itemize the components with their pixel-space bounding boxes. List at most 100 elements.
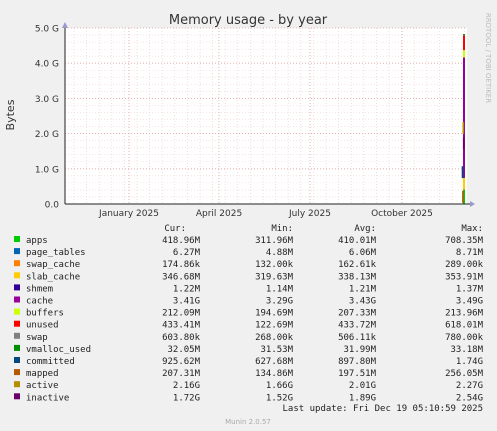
legend-value-max: 33.18M — [450, 345, 483, 355]
area-segment-unused — [463, 35, 465, 51]
legend-label-swap: swap — [26, 333, 48, 343]
legend-value-cur: 418.96M — [162, 236, 201, 246]
plot-background — [65, 28, 467, 204]
legend-value-avg: 338.13M — [338, 272, 377, 282]
legend-value-min: 1.52G — [266, 393, 293, 403]
legend-label-unused: unused — [26, 321, 59, 331]
legend-label-mapped: mapped — [26, 369, 59, 379]
area-segment-vmalloc_used — [463, 34, 465, 36]
legend-swatch-vmalloc_used — [14, 344, 20, 351]
legend-value-cur: 1.72G — [173, 393, 200, 403]
legend-value-cur: 603.80k — [162, 333, 201, 343]
y-axis-arrow-icon — [62, 22, 68, 28]
legend-value-avg: 162.61k — [338, 260, 377, 270]
legend-label-apps: apps — [26, 236, 48, 246]
legend-swatch-active — [14, 381, 20, 388]
legend-value-avg: 506.11k — [338, 333, 377, 343]
legend-swatch-unused — [14, 320, 20, 327]
legend-swatch-page_tables — [14, 248, 20, 255]
legend-value-max: 2.54G — [456, 393, 483, 403]
legend-swatch-shmem — [14, 284, 20, 291]
legend-value-cur: 212.09M — [162, 309, 201, 319]
x-tick-label: October 2025 — [371, 209, 433, 219]
legend-value-avg: 3.43G — [349, 297, 376, 307]
legend-label-page_tables: page_tables — [26, 248, 86, 258]
legend-swatch-committed — [14, 357, 20, 363]
legend-value-avg: 897.80M — [338, 357, 377, 367]
legend-table: Cur: Min: Avg: Max: apps 418.96M 311.96M 41… — [14, 224, 484, 403]
legend-value-avg: 207.33M — [338, 309, 377, 319]
legend-swatch-inactive — [14, 393, 20, 400]
legend-swatch-mapped — [14, 369, 20, 376]
legend-value-min: 268.00k — [255, 333, 294, 343]
legend-value-max: 353.91M — [445, 272, 484, 282]
legend-value-avg: 433.72M — [338, 321, 377, 331]
legend-value-avg: 410.01M — [338, 236, 377, 246]
legend-value-cur: 2.16G — [173, 381, 200, 391]
legend-value-cur: 174.86k — [162, 260, 201, 270]
legend-label-active: active — [26, 381, 59, 391]
legend-value-avg: 6.06M — [349, 248, 377, 258]
legend-value-max: 2.27G — [456, 381, 483, 391]
legend-label-swap_cache: swap_cache — [26, 260, 80, 270]
legend-value-cur: 207.31M — [162, 369, 201, 379]
x-tick-label: July 2025 — [288, 209, 331, 219]
munin-graph: Memory usage - by year Bytes RRDTOOL / T… — [0, 0, 497, 431]
legend-value-max: 8.71M — [456, 248, 484, 258]
legend-rows: apps 418.96M 311.96M 410.01M 708.35M page_tab… — [14, 236, 484, 403]
legend-value-min: 1.14M — [266, 284, 294, 294]
y-tick-label: 0.0 — [45, 201, 60, 211]
y-tick-label: 1.0 G — [35, 165, 59, 175]
legend-value-max: 708.35M — [445, 236, 484, 246]
legend-value-min: 319.63M — [255, 272, 294, 282]
column-header-max: Max: — [461, 224, 483, 234]
plot-area — [65, 28, 467, 204]
column-header-avg: Avg: — [354, 224, 376, 234]
chart-canvas: Memory usage - by year Bytes RRDTOOL / T… — [4, 13, 492, 426]
legend-label-slab_cache: slab_cache — [26, 272, 80, 282]
legend-value-cur: 32.05M — [167, 345, 200, 355]
legend-value-avg: 1.89G — [349, 393, 376, 403]
y-axis-label: Bytes — [4, 99, 17, 130]
legend-value-min: 3.29G — [266, 297, 293, 307]
legend-value-max: 780.00k — [445, 333, 484, 343]
legend-value-min: 132.00k — [255, 260, 294, 270]
chart-title: Memory usage - by year — [169, 13, 328, 28]
legend-label-cache: cache — [26, 297, 53, 307]
legend-value-min: 194.69M — [255, 309, 294, 319]
legend-value-avg: 2.01G — [349, 381, 376, 391]
legend-value-min: 31.53M — [260, 345, 293, 355]
legend-value-cur: 6.27M — [173, 248, 201, 258]
column-header-cur: Cur: — [164, 224, 186, 234]
rrdtool-side-label: RRDTOOL / TOBI OETIKER — [484, 13, 492, 103]
legend-value-max: 1.74G — [456, 357, 483, 367]
legend-value-cur: 3.41G — [173, 297, 200, 307]
legend-value-max: 213.96M — [445, 309, 484, 319]
area-segment-buffers — [463, 50, 465, 58]
x-tick-labels: January 2025 April 2025 July 2025 October 2… — [98, 209, 433, 219]
legend-value-max: 256.05M — [445, 369, 484, 379]
legend-swatch-swap — [14, 332, 20, 339]
legend-value-cur: 1.22M — [173, 284, 201, 294]
area-segment-cache — [463, 57, 465, 178]
legend-value-min: 4.88M — [266, 248, 294, 258]
legend-value-avg: 31.99M — [343, 345, 376, 355]
area-segment-slab_cache — [463, 177, 465, 190]
x-tick-label: April 2025 — [196, 209, 242, 219]
legend-value-min: 1.66G — [266, 381, 293, 391]
legend-swatch-slab_cache — [14, 272, 20, 279]
y-tick-label: 4.0 G — [35, 60, 59, 70]
column-header-min: Min: — [271, 224, 293, 234]
x-axis-arrow-icon — [470, 201, 475, 207]
legend-value-max: 289.00k — [445, 260, 484, 270]
x-tick-label: January 2025 — [98, 209, 159, 219]
legend-swatch-apps — [14, 236, 20, 242]
y-tick-label: 5.0 G — [35, 25, 59, 35]
legend-value-avg: 197.51M — [338, 369, 377, 379]
legend-value-min: 627.68M — [255, 357, 294, 367]
legend-value-cur: 925.62M — [162, 357, 201, 367]
legend-swatch-buffers — [14, 308, 20, 315]
legend-value-cur: 346.68M — [162, 272, 201, 282]
y-tick-labels: 0.0 1.0 G 2.0 G 3.0 G 4.0 G 5.0 G — [35, 25, 59, 211]
legend-value-min: 134.86M — [255, 369, 294, 379]
